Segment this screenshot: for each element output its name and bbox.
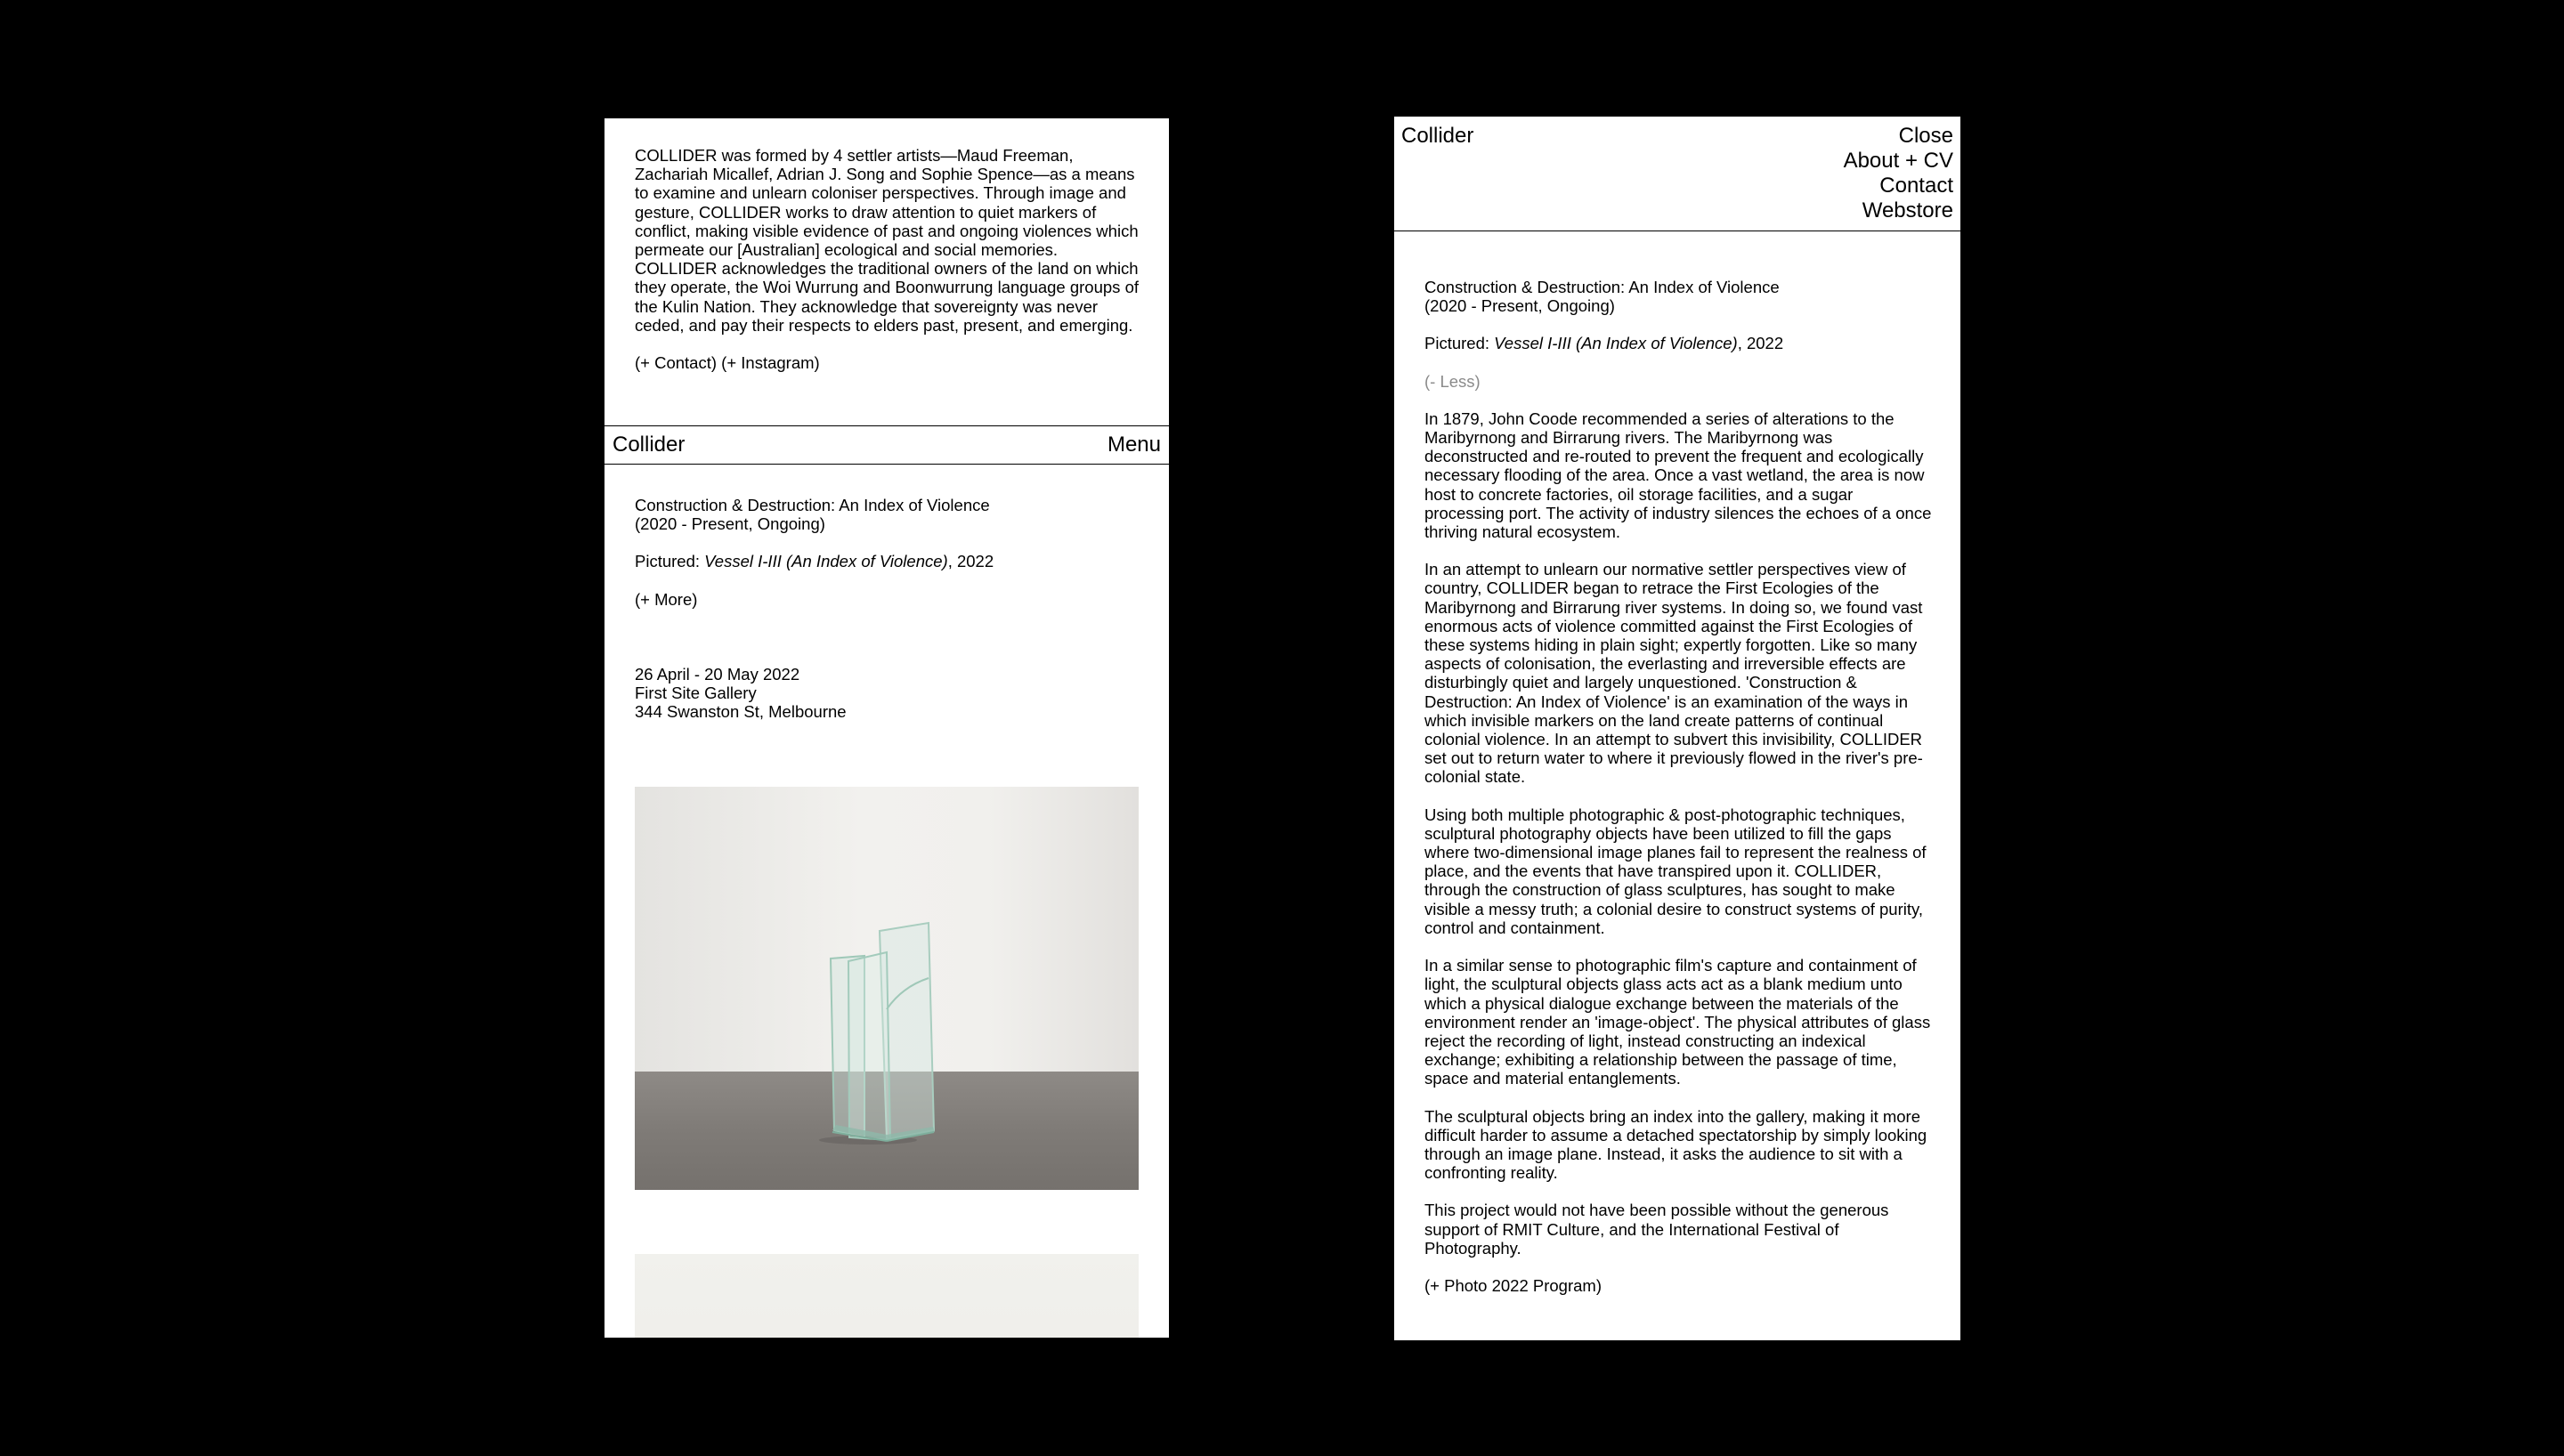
open-menu-header: Collider Close About + CV Contact Websto… (1394, 117, 1960, 231)
pictured-caption: Pictured: Vessel I-III (An Index of Viol… (1424, 334, 1932, 352)
glass-vessel-sculpture (819, 921, 936, 1145)
contact-link[interactable]: (+ Contact) (635, 353, 717, 372)
paragraph-techniques: Using both multiple photographic & post-… (1424, 805, 1927, 937)
less-link[interactable]: (- Less) (1424, 372, 1932, 391)
about-text: COLLIDER was formed by 4 settler artists… (635, 146, 1139, 335)
menu-button[interactable]: Menu (1108, 433, 1161, 457)
project-title: Construction & Destruction: An Index of … (635, 496, 990, 514)
exhibition-dates: 26 April - 20 May 2022 (635, 664, 800, 684)
exhibition-venue: First Site Gallery (635, 684, 757, 703)
pictured-year: , 2022 (1737, 334, 1784, 353)
project-summary: Construction & Destruction: An Index of … (635, 496, 1142, 721)
pictured-year: , 2022 (947, 552, 994, 571)
nav-menu: Close About + CV Contact Webstore (1844, 124, 1953, 223)
webstore-link[interactable]: Webstore (1844, 198, 1953, 223)
pictured-title: Vessel I-III (An Index of Violence) (1494, 334, 1738, 353)
project-years: (2020 - Present, Ongoing) (635, 514, 825, 534)
paragraph-support: This project would not have been possibl… (1424, 1201, 1889, 1258)
pictured-label: Pictured: (635, 552, 701, 571)
more-link[interactable]: (+ More) (635, 590, 1142, 609)
pictured-label: Pictured: (1424, 334, 1490, 353)
site-logo[interactable]: Collider (1401, 124, 1473, 149)
about-cv-link[interactable]: About + CV (1844, 149, 1953, 174)
paragraph-index: The sculptural objects bring an index in… (1424, 1106, 1927, 1183)
contact-link[interactable]: Contact (1844, 174, 1953, 198)
pictured-caption: Pictured: Vessel I-III (An Index of Viol… (635, 552, 1142, 570)
pictured-title: Vessel I-III (An Index of Violence) (704, 552, 948, 571)
left-screen: COLLIDER was formed by 4 settler artists… (604, 118, 1169, 1338)
paragraph-approach: In an attempt to unlearn our normative s… (1424, 560, 1923, 787)
site-logo[interactable]: Collider (613, 433, 685, 457)
program-link[interactable]: (+ Photo 2022 Program) (1424, 1276, 1932, 1295)
paragraph-glass: In a similar sense to photographic film'… (1424, 956, 1931, 1088)
right-screen: Collider Close About + CV Contact Websto… (1394, 117, 1960, 1340)
paragraph-history: In 1879, John Coode recommended a series… (1424, 408, 1932, 542)
nav-bar: Collider Menu (604, 425, 1169, 465)
social-links: (+ Contact) (+ Instagram) (635, 353, 1142, 372)
artwork-photo-vessel[interactable] (635, 787, 1139, 1190)
project-title: Construction & Destruction: An Index of … (1424, 278, 1780, 296)
artwork-photo-second[interactable] (635, 1254, 1139, 1338)
about-section: COLLIDER was formed by 4 settler artists… (635, 146, 1142, 391)
instagram-link[interactable]: (+ Instagram) (721, 353, 820, 372)
project-detail: Construction & Destruction: An Index of … (1424, 278, 1932, 1295)
exhibition-address: 344 Swanston St, Melbourne (635, 702, 847, 722)
project-years: (2020 - Present, Ongoing) (1424, 296, 1615, 316)
close-menu-link[interactable]: Close (1844, 124, 1953, 149)
